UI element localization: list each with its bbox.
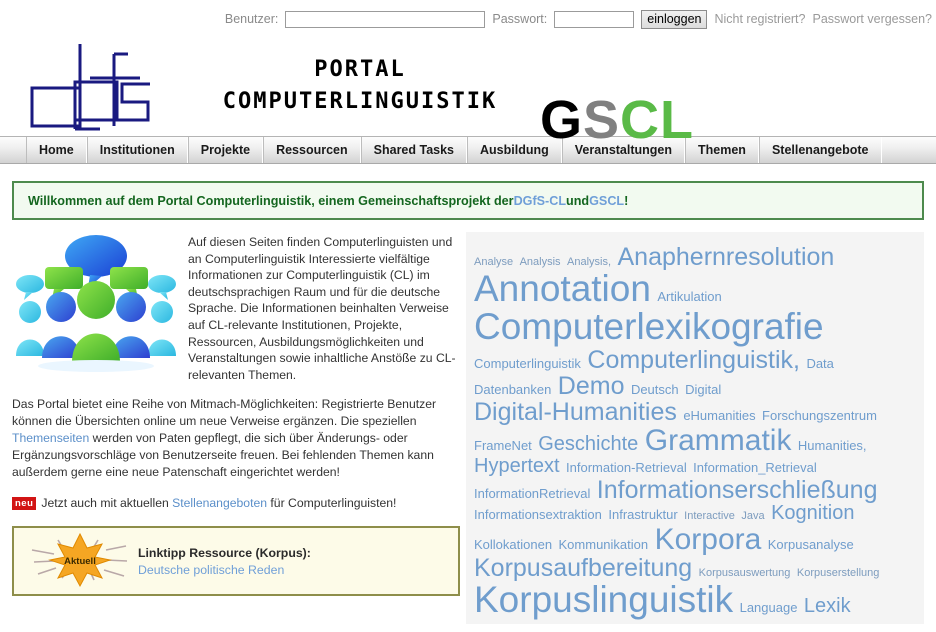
tag-geschichte[interactable]: Geschichte <box>538 433 638 455</box>
main-content: Auf diesen Seiten finden Computerlinguis… <box>0 232 936 624</box>
nav-item-home[interactable]: Home <box>26 137 87 163</box>
password-label: Passwort: <box>492 12 548 26</box>
nav-item-stellenangebote[interactable]: Stellenangebote <box>758 137 882 163</box>
themenseiten-link[interactable]: Themenseiten <box>12 431 89 445</box>
nav-item-ressourcen[interactable]: Ressourcen <box>263 137 361 163</box>
tag-interactive[interactable]: Interactive <box>684 510 735 522</box>
welcome-text-part3: ! <box>624 193 629 208</box>
tag-korpuslinguistik[interactable]: Korpuslinguistik <box>474 579 733 620</box>
forgot-password-link[interactable]: Passwort vergessen? <box>812 12 932 26</box>
tag-korpusanalyse[interactable]: Korpusanalyse <box>768 537 854 552</box>
username-input[interactable] <box>285 10 486 28</box>
tag-annotation[interactable]: Annotation <box>474 268 651 309</box>
nav-item-projekte[interactable]: Projekte <box>187 137 264 163</box>
tag-analysis[interactable]: Analysis, <box>567 256 611 268</box>
portal-title-line2: COMPUTERLINGUISTIK <box>222 89 498 114</box>
nav-item-shared-tasks[interactable]: Shared Tasks <box>360 137 468 163</box>
tag-kognition[interactable]: Kognition <box>771 502 854 524</box>
tag-humanities[interactable]: Humanities, <box>798 438 867 453</box>
jobs-text: Jetzt auch mit aktuellen Stellenangebote… <box>41 496 396 510</box>
jobs-text-part2: für Computerlinguisten! <box>267 496 397 511</box>
tag-framenet[interactable]: FrameNet <box>474 438 532 453</box>
password-input[interactable] <box>554 10 635 28</box>
tag-kommunikation[interactable]: Kommunikation <box>559 537 649 552</box>
neu-badge: neu <box>12 496 37 510</box>
tag-korpuserstellung[interactable]: Korpuserstellung <box>797 567 880 579</box>
tag-data[interactable]: Data <box>806 356 833 371</box>
main-navigation: Home Institutionen Projekte Ressourcen S… <box>0 136 936 164</box>
tag-korpusauswertung[interactable]: Korpusauswertung <box>699 567 791 579</box>
tag-grammatik[interactable]: Grammatik <box>645 424 792 457</box>
not-registered-link[interactable]: Nicht registriert? <box>714 12 805 26</box>
tag-datenbanken[interactable]: Datenbanken <box>474 382 551 397</box>
tag-digital[interactable]: Digital <box>685 382 721 397</box>
tag-hypertext[interactable]: Hypertext <box>474 455 560 477</box>
welcome-link-dgfs-cl[interactable]: DGfS-CL <box>514 194 566 208</box>
gscl-logo[interactable]: GSCL <box>540 93 694 147</box>
tag-information-retrieval[interactable]: Information_Retrieval <box>693 460 817 475</box>
welcome-text-part1: Willkommen auf dem Portal Computerlingui… <box>28 193 514 208</box>
tag-kollokationen[interactable]: Kollokationen <box>474 537 552 552</box>
tag-forschungszentrum[interactable]: Forschungszentrum <box>762 408 877 423</box>
tag-computerlinguistik[interactable]: Computerlinguistik <box>474 356 581 371</box>
stellenangebote-link[interactable]: Stellenangeboten <box>172 496 267 510</box>
portal-title: PORTAL COMPUTERLINGUISTIK <box>190 54 530 118</box>
portal-title-line1: PORTAL <box>314 57 406 82</box>
tag-lexik[interactable]: Lexik <box>804 595 851 617</box>
tag-cloud-panel: Analyse Analysis Analysis, Anaphernresol… <box>466 232 924 624</box>
tag-ehumanities[interactable]: eHumanities <box>683 408 755 423</box>
nav-item-themen[interactable]: Themen <box>685 137 759 163</box>
tag-computerlinguistik[interactable]: Computerlinguistik, <box>587 346 800 374</box>
jobs-announcement: neu Jetzt auch mit aktuellen Stellenange… <box>12 496 456 510</box>
aktuell-burst-icon: Aktuell <box>28 528 132 595</box>
tag-language[interactable]: Language <box>740 600 798 615</box>
tag-java[interactable]: Java <box>741 510 764 522</box>
tag-analysis[interactable]: Analysis <box>520 256 561 268</box>
tag-informationserschlie-ung[interactable]: Informationserschließung <box>597 476 878 504</box>
welcome-link-gscl[interactable]: GSCL <box>589 194 624 208</box>
jobs-text-part1: Jetzt auch mit aktuellen <box>41 496 173 511</box>
welcome-banner: Willkommen auf dem Portal Computerlingui… <box>12 181 924 220</box>
tag-computerlexikografie[interactable]: Computerlexikografie <box>474 306 824 347</box>
tag-anaphernresolution[interactable]: Anaphernresolution <box>618 243 835 271</box>
tag-informationretrieval[interactable]: InformationRetrieval <box>474 486 590 501</box>
login-button[interactable]: einloggen <box>641 9 708 29</box>
community-illustration <box>12 232 180 383</box>
participation-paragraph: Das Portal bietet eine Reihe von Mitmach… <box>12 396 456 481</box>
tag-analyse[interactable]: Analyse <box>474 256 513 268</box>
linktipp-box: Aktuell Linktipp Ressource (Korpus): Deu… <box>12 526 460 597</box>
tag-cloud: Analyse Analysis Analysis, Anaphernresol… <box>474 244 916 619</box>
gscl-letters-cl: CL <box>620 90 695 150</box>
dgfs-logo[interactable] <box>18 44 158 139</box>
linktipp-title: Linktipp Ressource (Korpus): <box>138 545 311 560</box>
welcome-text-part2: und <box>566 193 590 208</box>
gscl-letter-g: G <box>540 90 584 150</box>
tag-information-retrieval[interactable]: Information-Retrieval <box>566 460 687 475</box>
login-bar: Benutzer: Passwort: einloggen Nicht regi… <box>0 0 936 38</box>
tag-informationsextraktion[interactable]: Informationsextraktion <box>474 507 602 522</box>
tag-korpusaufbereitung[interactable]: Korpusaufbereitung <box>474 554 692 582</box>
nav-item-institutionen[interactable]: Institutionen <box>86 137 188 163</box>
site-header: PORTAL COMPUTERLINGUISTIK GSCL <box>0 38 936 147</box>
participation-text-part1: Das Portal bietet eine Reihe von Mitmach… <box>12 397 437 429</box>
gscl-letter-s: S <box>583 90 621 150</box>
tag-demo[interactable]: Demo <box>558 372 625 400</box>
intro-paragraph: Auf diesen Seiten finden Computerlinguis… <box>188 235 456 382</box>
username-label: Benutzer: <box>224 12 279 26</box>
left-column: Auf diesen Seiten finden Computerlinguis… <box>0 232 466 624</box>
tag-korpora[interactable]: Korpora <box>655 523 762 556</box>
tag-digital-humanities[interactable]: Digital-Humanities <box>474 398 677 426</box>
tag-deutsch[interactable]: Deutsch <box>631 382 679 397</box>
aktuell-burst-label: Aktuell <box>64 556 96 567</box>
tag-artikulation[interactable]: Artikulation <box>657 289 721 304</box>
linktipp-resource-link[interactable]: Deutsche politische Reden <box>138 563 311 577</box>
tag-infrastruktur[interactable]: Infrastruktur <box>608 507 677 522</box>
